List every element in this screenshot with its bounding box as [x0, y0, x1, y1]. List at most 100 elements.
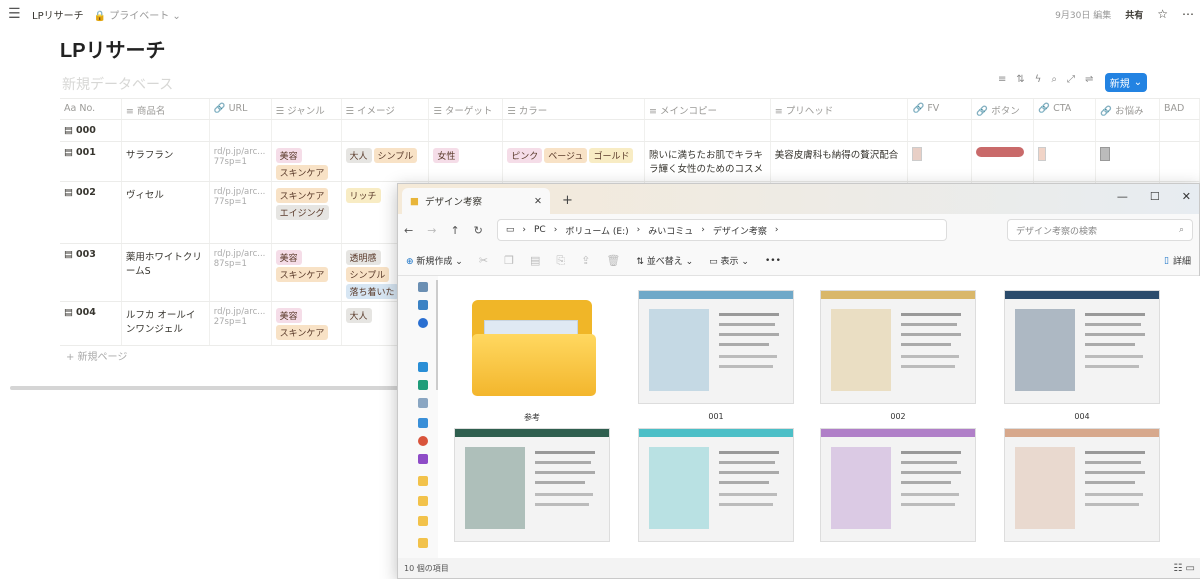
table-row[interactable]: ▤ 000: [60, 120, 1200, 142]
file-item[interactable]: [452, 428, 612, 550]
product-name[interactable]: ヴィセル: [122, 182, 210, 243]
view-toggle-icons[interactable]: ☷ ▭: [1173, 563, 1195, 574]
database-title[interactable]: 新規データベース: [62, 74, 173, 94]
product-name[interactable]: 薬用ホワイトクリームS: [122, 244, 210, 301]
table-row[interactable]: ▤ 001 サラフラン rd/p.jp/arc... 77sp=1 美容スキンケア 大人シ…: [60, 142, 1200, 182]
hamburger-icon[interactable]: ☰: [8, 6, 26, 22]
file-item[interactable]: 001: [636, 290, 796, 421]
documents-icon[interactable]: [418, 398, 428, 408]
folder-icon[interactable]: [418, 496, 428, 506]
sort-button[interactable]: ⇅ 並べ替え ⌄: [636, 254, 693, 267]
folder-item[interactable]: 参考: [452, 290, 612, 423]
url-cell[interactable]: rd/p.jp/arc...: [214, 249, 267, 259]
search-icon[interactable]: ⌕: [1051, 74, 1057, 85]
onedrive-icon[interactable]: [418, 318, 428, 328]
column-header[interactable]: Aa No.: [60, 99, 122, 119]
file-item[interactable]: [818, 428, 978, 550]
star-icon[interactable]: ☆: [1157, 7, 1168, 21]
edited-label: 9月30日 編集: [1055, 10, 1112, 21]
column-header[interactable]: 🔗 FV: [908, 99, 973, 119]
button-thumbnail[interactable]: [976, 147, 1025, 157]
new-menu[interactable]: ⊕ 新規作成 ⌄: [406, 254, 463, 267]
main-copy[interactable]: [645, 120, 771, 141]
cut-icon[interactable]: ✂: [479, 254, 488, 267]
column-header[interactable]: ☰ ジャンル: [272, 99, 342, 119]
paste-icon[interactable]: ▤: [530, 254, 540, 267]
add-page-button[interactable]: + 新規ページ: [66, 348, 127, 363]
filter-icon[interactable]: ≡: [998, 74, 1006, 85]
sort-icon[interactable]: ⇅: [1016, 74, 1024, 85]
column-header[interactable]: BAD: [1160, 99, 1200, 119]
cta-thumbnail[interactable]: [1038, 147, 1047, 161]
close-icon[interactable]: ✕: [1182, 190, 1191, 203]
desktop-icon[interactable]: [418, 362, 428, 372]
product-name[interactable]: ルフカ オールインワンジェル: [122, 302, 210, 345]
column-header[interactable]: 🔗 ボタン: [972, 99, 1035, 119]
main-copy[interactable]: 隙いに満ちたお肌でキラキラ輝く女性のためのコスメ: [645, 142, 771, 181]
share-button[interactable]: 共有: [1125, 8, 1143, 21]
file-item[interactable]: [636, 428, 796, 550]
explorer-tab[interactable]: ■ デザイン考察 ✕: [402, 188, 550, 214]
url-cell[interactable]: rd/p.jp/arc...: [214, 147, 267, 157]
file-item[interactable]: 004: [1002, 290, 1162, 421]
fv-thumbnail[interactable]: [912, 147, 923, 161]
column-header[interactable]: 🔗 URL: [210, 99, 272, 119]
url-cell[interactable]: rd/p.jp/arc...: [214, 187, 267, 197]
path-segment[interactable]: デザイン考察: [713, 224, 767, 237]
worry-thumbnail[interactable]: [1100, 147, 1111, 161]
chevron-down-icon[interactable]: ⌄: [1134, 77, 1142, 88]
downloads-icon[interactable]: [418, 380, 428, 390]
expand-icon[interactable]: ⤢: [1067, 74, 1075, 85]
videos-icon[interactable]: [418, 454, 428, 464]
copy-icon[interactable]: ❐: [504, 254, 514, 267]
new-tab-icon[interactable]: +: [562, 193, 573, 208]
path-segment[interactable]: みいコミュ: [648, 224, 693, 237]
rename-icon[interactable]: ⎘: [556, 254, 565, 268]
view-button[interactable]: ▭ 表示 ⌄: [709, 254, 749, 267]
folder-icon[interactable]: [418, 516, 428, 526]
gallery-icon[interactable]: [418, 300, 428, 310]
music-icon[interactable]: [418, 436, 428, 446]
close-tab-icon[interactable]: ✕: [534, 196, 542, 207]
path-segment[interactable]: PC: [534, 225, 546, 235]
column-header[interactable]: ☰ カラー: [503, 99, 645, 119]
file-item[interactable]: [1002, 428, 1162, 550]
more-button[interactable]: •••: [765, 256, 781, 266]
prehead[interactable]: 美容皮膚科も納得の贅沢配合: [771, 142, 909, 181]
column-header[interactable]: ☰ ターゲット: [429, 99, 504, 119]
automation-icon[interactable]: ϟ: [1035, 74, 1042, 85]
maximize-icon[interactable]: ☐: [1150, 190, 1160, 203]
column-header[interactable]: ≡ プリヘッド: [771, 99, 909, 119]
horizontal-scrollbar[interactable]: [10, 386, 430, 390]
breadcrumb[interactable]: LPリサーチ: [32, 7, 84, 22]
more-icon[interactable]: ⋯: [1182, 7, 1194, 21]
privacy-label[interactable]: 🔒 プライベート ⌄: [94, 7, 181, 22]
details-button[interactable]: ▯ 詳細: [1164, 254, 1191, 268]
search-input[interactable]: デザイン考察の検索 ⌕: [1007, 219, 1193, 241]
forward-icon[interactable]: →: [427, 224, 436, 237]
up-icon[interactable]: ↑: [450, 224, 459, 237]
settings-icon[interactable]: ⇌: [1085, 74, 1093, 85]
minimize-icon[interactable]: —: [1117, 190, 1128, 203]
back-icon[interactable]: ←: [404, 224, 413, 237]
column-header[interactable]: ≡ 商品名: [122, 99, 210, 119]
column-header[interactable]: 🔗 お悩み: [1096, 99, 1161, 119]
prehead[interactable]: [771, 120, 909, 141]
folder-icon[interactable]: [418, 476, 428, 486]
address-bar[interactable]: ▭ › PC › ボリューム (E:) › みいコミュ › デザイン考察 ›: [496, 219, 947, 241]
column-header[interactable]: ≡ メインコピー: [645, 99, 771, 119]
refresh-icon[interactable]: ↻: [474, 224, 483, 237]
delete-icon[interactable]: 🗑: [606, 254, 620, 267]
url-cell[interactable]: rd/p.jp/arc...: [214, 307, 267, 317]
new-button[interactable]: 新規 ⌄: [1105, 73, 1147, 92]
folder-icon[interactable]: [418, 538, 428, 548]
file-item[interactable]: 002: [818, 290, 978, 421]
product-name[interactable]: [122, 120, 210, 141]
pictures-icon[interactable]: [418, 418, 428, 428]
column-header[interactable]: 🔗 CTA: [1034, 99, 1097, 119]
product-name[interactable]: サラフラン: [122, 142, 210, 181]
column-header[interactable]: ☰ イメージ: [342, 99, 430, 119]
share-icon[interactable]: ⇪: [581, 254, 590, 267]
home-icon[interactable]: [418, 282, 428, 292]
path-segment[interactable]: ボリューム (E:): [565, 224, 628, 237]
